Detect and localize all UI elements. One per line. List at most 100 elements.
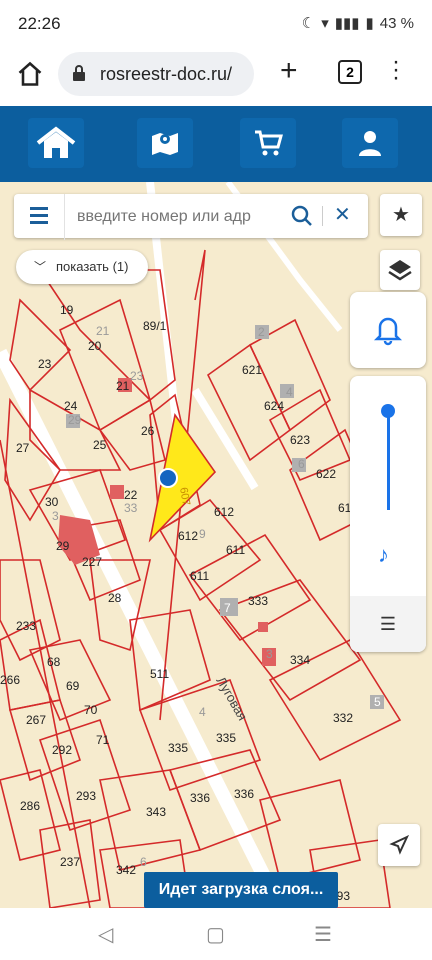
recents-icon[interactable]: ☰ bbox=[314, 922, 332, 947]
svg-text:335: 335 bbox=[216, 731, 236, 745]
cart-icon bbox=[255, 130, 283, 156]
close-icon[interactable]: ✕ bbox=[334, 202, 351, 227]
battery-icon: ▮ bbox=[365, 15, 374, 32]
search-icon[interactable] bbox=[290, 204, 314, 228]
svg-text:19: 19 bbox=[60, 303, 74, 317]
layers-button[interactable] bbox=[380, 250, 420, 290]
site-navbar bbox=[0, 106, 432, 182]
svg-text:334: 334 bbox=[290, 653, 310, 667]
svg-text:343: 343 bbox=[146, 805, 166, 819]
loading-toast: Идет загрузка слоя... bbox=[144, 872, 338, 908]
svg-text:25: 25 bbox=[93, 438, 107, 452]
home-nav-icon[interactable]: ▢ bbox=[206, 922, 225, 947]
svg-text:71: 71 bbox=[96, 733, 110, 747]
battery-level: 43 % bbox=[379, 14, 414, 32]
map-icon bbox=[152, 133, 178, 155]
search-box: ✕ bbox=[14, 194, 368, 240]
cart-button[interactable] bbox=[240, 118, 296, 168]
home-icon bbox=[36, 126, 76, 158]
svg-text:4: 4 bbox=[286, 385, 293, 399]
tune-icon[interactable]: ☰ bbox=[350, 596, 426, 652]
svg-text:24: 24 bbox=[64, 399, 78, 413]
system-navigation-bar: ◁ ▢ ☰ bbox=[0, 908, 432, 960]
svg-text:286: 286 bbox=[20, 799, 40, 813]
svg-text:267: 267 bbox=[26, 713, 46, 727]
svg-text:335: 335 bbox=[168, 741, 188, 755]
svg-text:3: 3 bbox=[52, 509, 59, 523]
street-label: Луговая bbox=[213, 674, 250, 723]
svg-text:68: 68 bbox=[47, 655, 61, 669]
svg-text:623: 623 bbox=[290, 433, 310, 447]
svg-text:23: 23 bbox=[130, 369, 144, 383]
svg-text:511: 511 bbox=[150, 667, 169, 681]
location-marker[interactable] bbox=[158, 468, 178, 488]
svg-text:29: 29 bbox=[56, 539, 70, 553]
svg-text:23: 23 bbox=[38, 357, 52, 371]
svg-text:293: 293 bbox=[76, 789, 96, 803]
home-button[interactable] bbox=[28, 118, 84, 168]
svg-text:292: 292 bbox=[52, 743, 72, 757]
svg-text:333: 333 bbox=[248, 594, 268, 608]
svg-text:33: 33 bbox=[124, 501, 138, 515]
svg-text:332: 332 bbox=[333, 711, 353, 725]
signal-icon: ▮▮▮ bbox=[334, 15, 360, 32]
overflow-menu-icon[interactable]: · · · bbox=[392, 50, 400, 90]
zoom-slider-handle[interactable] bbox=[381, 404, 395, 418]
svg-text:622: 622 bbox=[316, 467, 336, 481]
back-icon[interactable]: ◁ bbox=[98, 922, 113, 947]
svg-text:21: 21 bbox=[96, 324, 110, 338]
svg-text:336: 336 bbox=[234, 787, 254, 801]
svg-text:624: 624 bbox=[264, 399, 284, 413]
svg-text:621: 621 bbox=[242, 363, 262, 377]
menu-icon[interactable] bbox=[30, 207, 48, 228]
svg-text:69: 69 bbox=[66, 679, 80, 693]
url-text: rosreestr-doc.ru/ bbox=[100, 64, 233, 84]
svg-text:89/1: 89/1 bbox=[143, 319, 167, 333]
svg-text:227: 227 bbox=[82, 555, 102, 569]
status-time: 22:26 bbox=[18, 14, 61, 33]
svg-text:266: 266 bbox=[0, 673, 20, 687]
url-field[interactable]: rosreestr-doc.ru/ bbox=[58, 52, 254, 96]
status-icons: ☾ ▾ ▮▮▮ ▮ 43 % bbox=[301, 14, 414, 33]
svg-text:7: 7 bbox=[224, 601, 231, 615]
svg-text:9: 9 bbox=[199, 527, 206, 541]
svg-text:237: 237 bbox=[60, 855, 80, 869]
svg-text:21: 21 bbox=[116, 379, 130, 393]
search-input[interactable] bbox=[64, 194, 305, 240]
svg-text:4: 4 bbox=[199, 705, 206, 719]
bell-icon bbox=[373, 317, 403, 346]
browser-home-icon[interactable] bbox=[16, 60, 44, 88]
star-icon[interactable]: ★ bbox=[380, 194, 422, 236]
status-bar: 22:26 ☾ ▾ ▮▮▮ ▮ 43 % bbox=[0, 0, 432, 48]
svg-text:26: 26 bbox=[141, 424, 155, 438]
tab-count-button[interactable]: 2 bbox=[338, 60, 362, 84]
navigation-button[interactable] bbox=[378, 824, 420, 866]
wifi-icon: ▾ bbox=[321, 15, 329, 32]
svg-text:612: 612 bbox=[214, 505, 234, 519]
svg-text:233: 233 bbox=[16, 619, 36, 633]
zoom-track[interactable] bbox=[387, 412, 390, 510]
lock-icon bbox=[73, 65, 85, 81]
divider bbox=[322, 206, 323, 226]
zoom-panel: ♪ ☰ bbox=[350, 376, 426, 652]
new-tab-button[interactable]: + bbox=[280, 54, 298, 88]
svg-text:27: 27 bbox=[16, 441, 30, 455]
svg-text:611: 611 bbox=[190, 569, 209, 583]
show-results-button[interactable]: ﹀ показать (1) bbox=[16, 250, 148, 284]
svg-text:22: 22 bbox=[124, 488, 138, 502]
map-button[interactable] bbox=[137, 118, 193, 168]
music-icon[interactable]: ♪ bbox=[378, 542, 389, 568]
notifications-button[interactable] bbox=[350, 292, 426, 368]
svg-text:30: 30 bbox=[45, 495, 59, 509]
svg-text:28: 28 bbox=[108, 591, 122, 605]
moon-icon: ☾ bbox=[301, 15, 316, 32]
svg-text:20: 20 bbox=[88, 339, 102, 353]
svg-text:2: 2 bbox=[258, 325, 265, 339]
svg-text:336: 336 bbox=[190, 791, 210, 805]
svg-text:6: 6 bbox=[140, 855, 147, 869]
svg-text:6: 6 bbox=[298, 457, 305, 471]
svg-text:612: 612 bbox=[178, 529, 198, 543]
svg-text:70: 70 bbox=[84, 703, 98, 717]
svg-text:5: 5 bbox=[374, 695, 381, 709]
profile-button[interactable] bbox=[342, 118, 398, 168]
